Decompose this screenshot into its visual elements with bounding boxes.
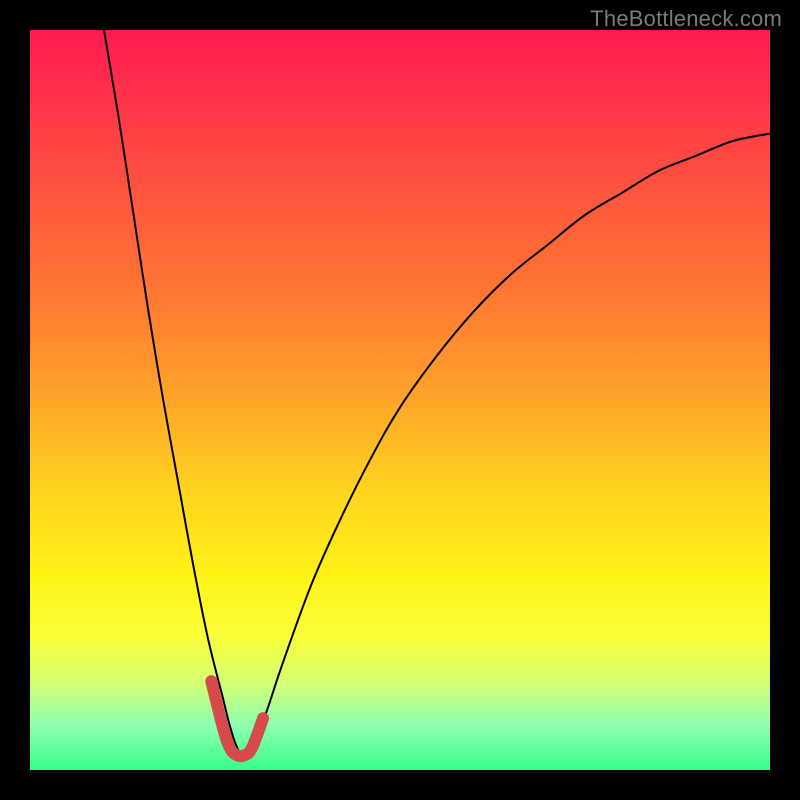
watermark-text: TheBottleneck.com (590, 6, 782, 32)
optimal-range-highlight (211, 681, 263, 756)
chart-plot-area (30, 30, 770, 770)
bottleneck-curve (104, 30, 770, 755)
chart-svg (30, 30, 770, 770)
chart-frame: TheBottleneck.com (0, 0, 800, 800)
